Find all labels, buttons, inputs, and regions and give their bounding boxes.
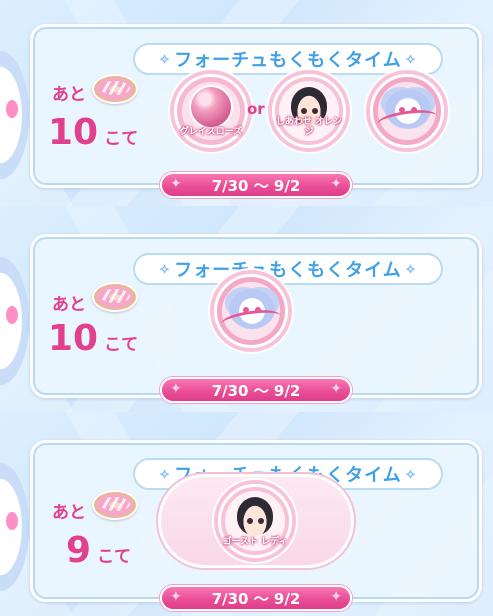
- event-panel-1: ⟡ フォーチュもくもくタイム ⟡ あと 10 こて グレイスローズ or しあわ…: [0, 0, 493, 206]
- count-unit: こて: [104, 129, 139, 149]
- remaining-count: 10 こて: [48, 318, 138, 359]
- date-range-text: 7/30 ～ 9/2: [211, 176, 301, 195]
- mascot-decoration: [0, 246, 34, 396]
- sparkle-right-icon: ✦: [330, 589, 342, 605]
- donut-icon: [92, 282, 138, 312]
- sparkle-right-icon: ✦: [330, 381, 342, 397]
- reward-plush[interactable]: [370, 74, 444, 148]
- date-range-bar: ✦ 7/30 ～ 9/2 ✦: [160, 172, 352, 198]
- count-value: 10: [48, 112, 99, 153]
- gem-icon: [191, 87, 231, 127]
- date-range-bar: ✦ 7/30 ～ 9/2 ✦: [160, 377, 352, 403]
- wing-left-icon: ⟡: [159, 51, 171, 67]
- mascot-decoration: [0, 40, 34, 190]
- or-text: or: [247, 100, 265, 118]
- count-unit: こて: [97, 547, 132, 567]
- event-title-text: フォーチュもくもくタイム: [174, 50, 402, 71]
- wing-right-icon: ⟡: [405, 261, 417, 277]
- date-range-bar: ✦ 7/30 ～ 9/2 ✦: [160, 585, 352, 611]
- wing-right-icon: ⟡: [405, 51, 417, 67]
- character-icon: [237, 497, 273, 535]
- count-unit: こて: [104, 335, 139, 355]
- sparkle-left-icon: ✦: [170, 176, 182, 192]
- reward-label: しあわせ オレンジ: [275, 117, 343, 137]
- reward-label: ゴースト レディ: [222, 537, 288, 547]
- count-value: 10: [48, 318, 99, 359]
- wing-left-icon: ⟡: [159, 261, 171, 277]
- sparkle-left-icon: ✦: [170, 381, 182, 397]
- remain-label: あと: [52, 503, 86, 523]
- event-title: ⟡ フォーチュもくもくタイム ⟡: [133, 43, 443, 75]
- event-panel-2: ⟡ フォーチュもくもくタイム ⟡ あと 10 こて ✦ 7/30 ～ 9/2 ✦: [0, 206, 493, 412]
- date-range-text: 7/30 ～ 9/2: [211, 381, 301, 400]
- wing-left-icon: ⟡: [159, 466, 171, 482]
- reward-character[interactable]: しあわせ オレンジ: [272, 74, 346, 148]
- event-panel-3: ⟡ フォーチュもくもくタイム ⟡ あと 9 こて ゴースト レディ ✦ 7/30…: [0, 412, 493, 616]
- reward-label: グレイスローズ: [179, 127, 243, 137]
- remain-label: あと: [52, 85, 86, 105]
- sparkle-left-icon: ✦: [170, 589, 182, 605]
- reward-gem[interactable]: グレイスローズ: [174, 74, 248, 148]
- remaining-count: 9 こて: [66, 530, 131, 571]
- date-range-text: 7/30 ～ 9/2: [211, 589, 301, 608]
- wing-right-icon: ⟡: [405, 466, 417, 482]
- event-title: ⟡ フォーチュもくもくタイム ⟡: [133, 253, 443, 285]
- event-title-text: フォーチュもくもくタイム: [174, 260, 402, 281]
- reward-plush[interactable]: [214, 274, 288, 348]
- mascot-decoration: [0, 452, 34, 602]
- count-value: 9: [66, 530, 92, 571]
- reward-character[interactable]: ゴースト レディ: [218, 484, 292, 558]
- sparkle-right-icon: ✦: [330, 176, 342, 192]
- remain-label: あと: [52, 295, 86, 315]
- donut-icon: [92, 490, 138, 520]
- donut-icon: [92, 74, 138, 104]
- remaining-count: 10 こて: [48, 112, 138, 153]
